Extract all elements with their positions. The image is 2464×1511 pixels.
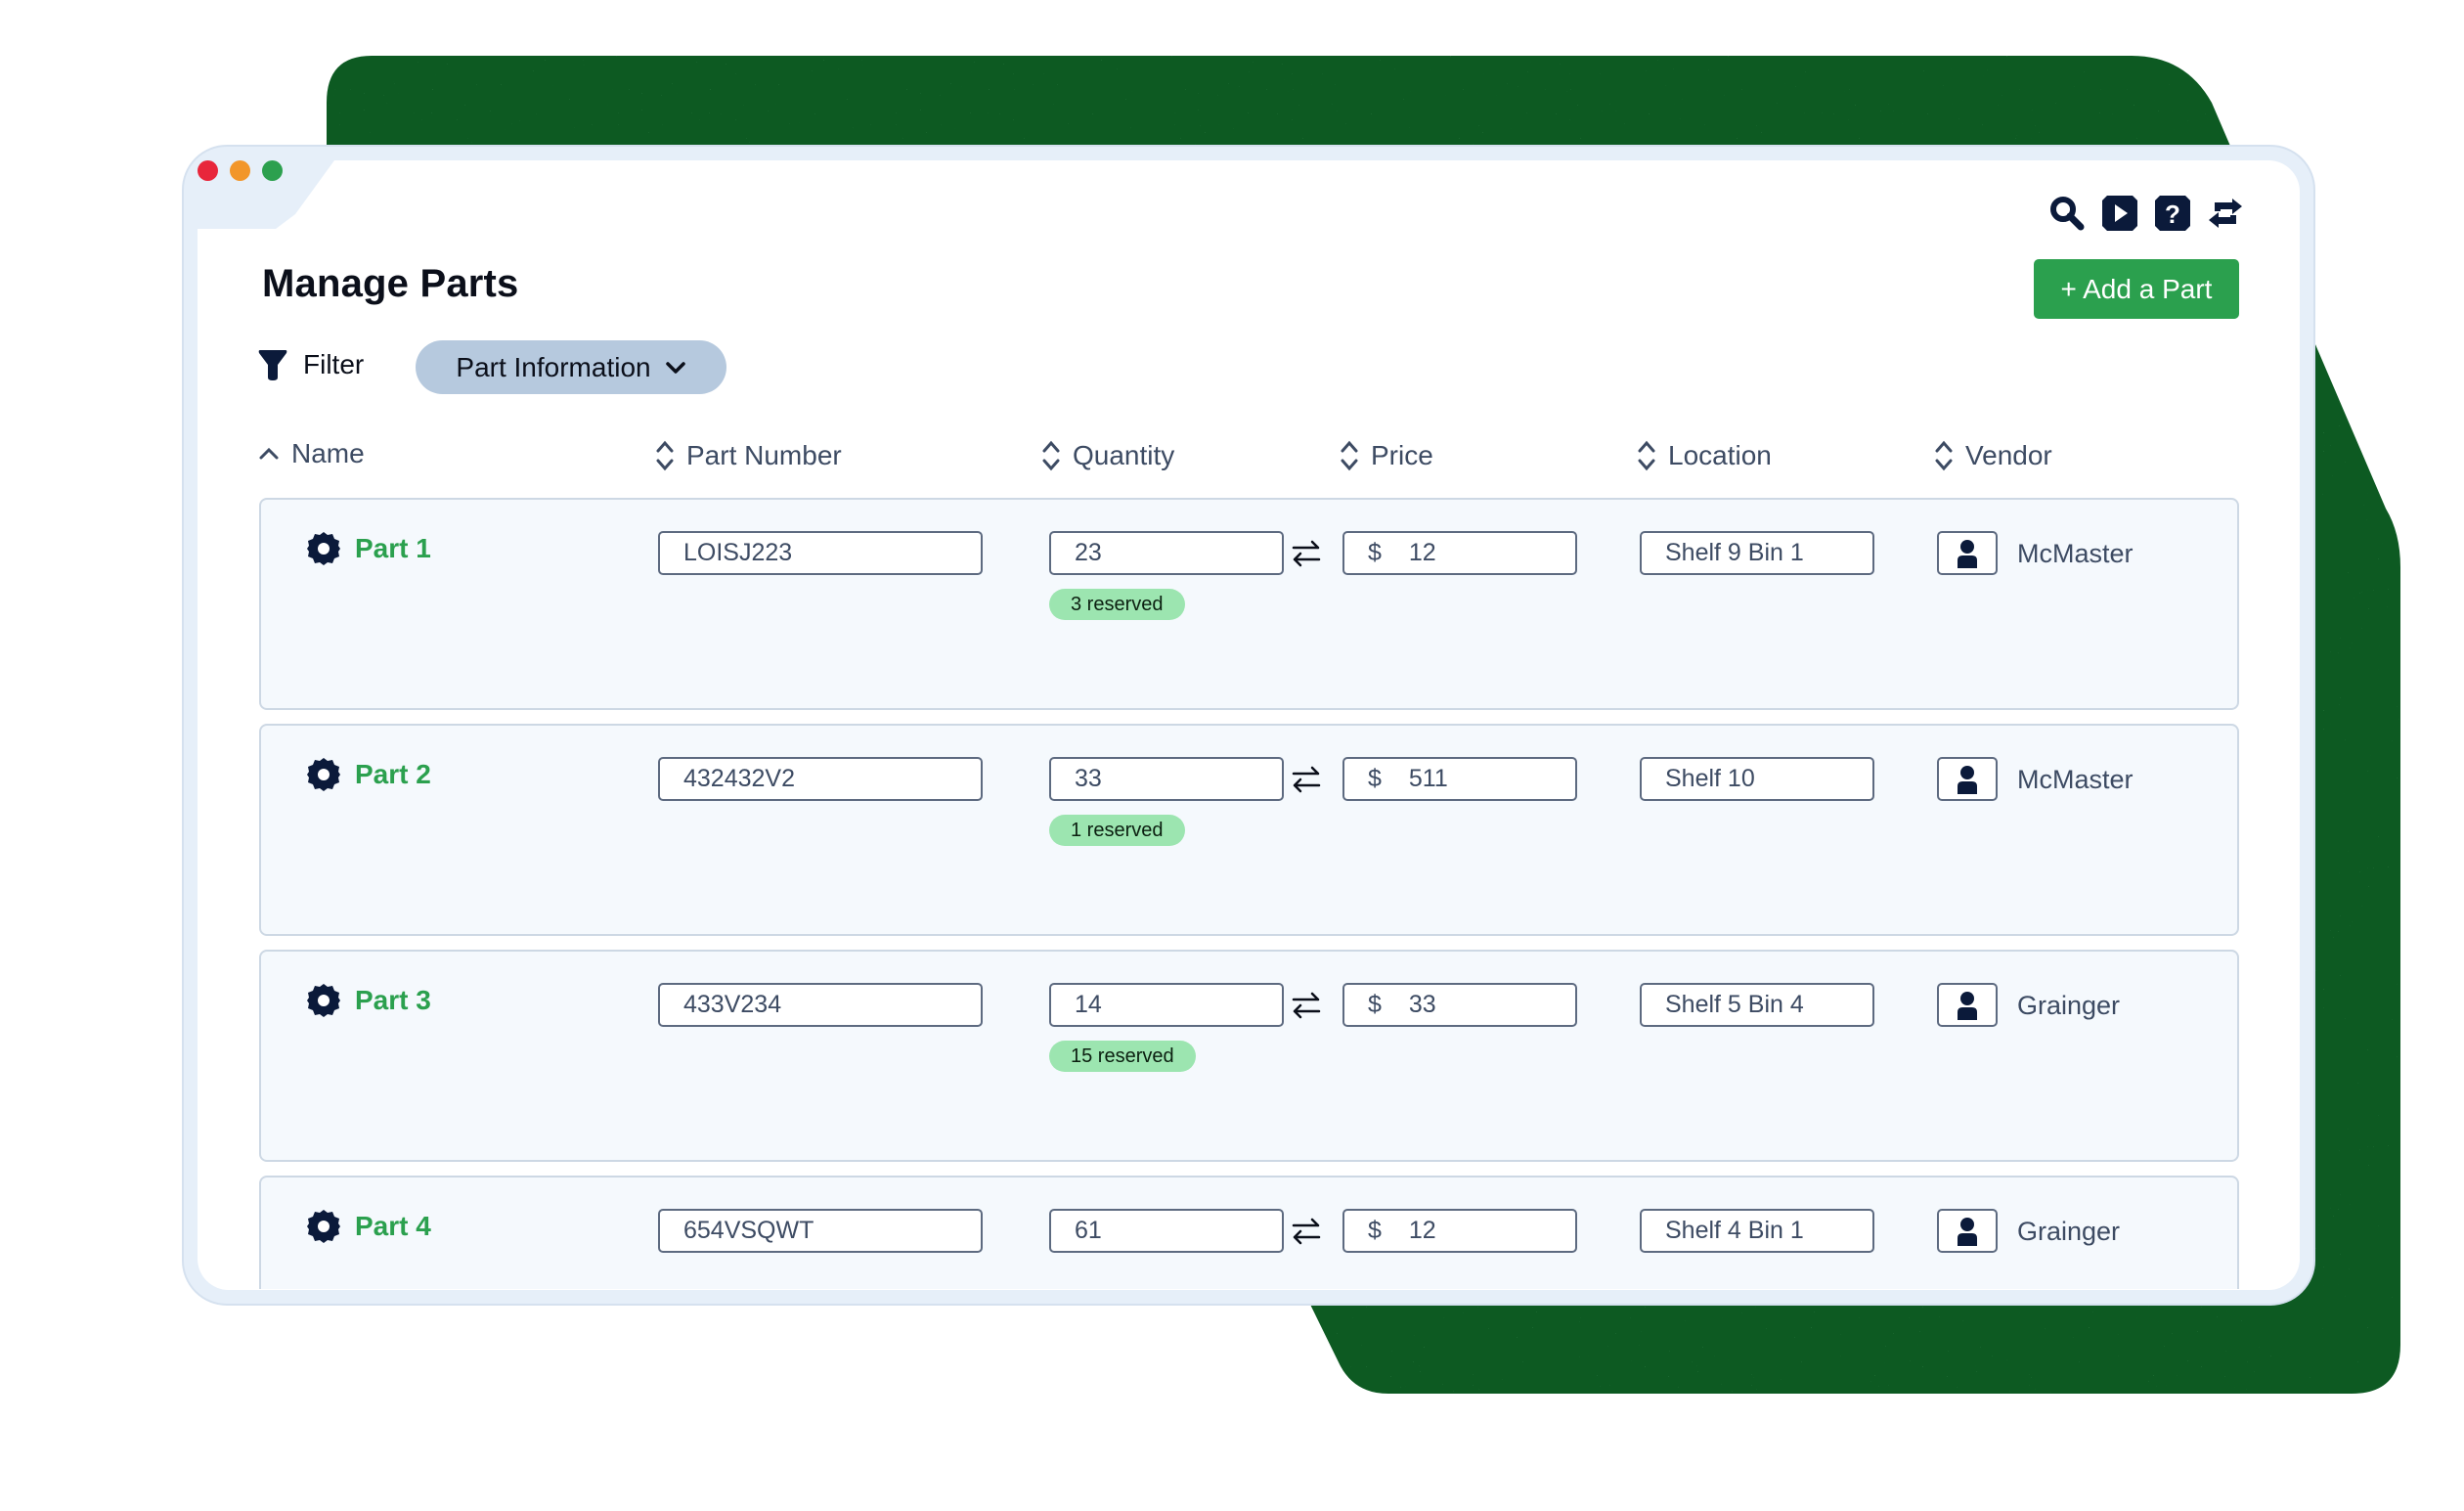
gear-icon bbox=[307, 984, 340, 1017]
price-value: 33 bbox=[1408, 991, 1436, 1018]
vendor-name: McMaster bbox=[2017, 765, 2134, 794]
vendor-contact-button[interactable] bbox=[1937, 757, 1998, 801]
part-number-input[interactable]: LOISJ223 bbox=[658, 531, 983, 575]
price-input[interactable]: $33 bbox=[1342, 983, 1577, 1027]
vendor-name: Grainger bbox=[2017, 1217, 2121, 1246]
vendor-contact-button[interactable] bbox=[1937, 1209, 1998, 1253]
part-name: Part 4 bbox=[355, 1211, 431, 1241]
parts-list: Part 1 LOISJ223 23 $12 3 reserved Shelf … bbox=[0, 0, 2464, 1289]
vendor-contact-button[interactable] bbox=[1937, 983, 1998, 1027]
part-row: Part 2 432432V2 33 $511 1 reserved Shelf… bbox=[259, 724, 2239, 936]
currency-symbol: $ bbox=[1368, 1217, 1382, 1244]
quantity-input[interactable]: 23 bbox=[1049, 531, 1284, 575]
location-input[interactable]: Shelf 9 Bin 1 bbox=[1640, 531, 1874, 575]
gear-icon bbox=[307, 758, 340, 791]
swap-arrows-icon[interactable] bbox=[1290, 763, 1323, 796]
part-number-value: 433V234 bbox=[683, 991, 782, 1018]
price-input[interactable]: $12 bbox=[1342, 1209, 1577, 1253]
quantity-value: 14 bbox=[1075, 991, 1102, 1018]
part-row: Part 4 654VSQWT 61 $12 Shelf 4 Bin 1 Gra… bbox=[259, 1176, 2239, 1289]
currency-symbol: $ bbox=[1368, 539, 1382, 566]
part-name-link[interactable]: Part 4 bbox=[306, 1209, 431, 1244]
gear-icon bbox=[307, 532, 340, 565]
vendor-name: Grainger bbox=[2017, 991, 2121, 1020]
part-name: Part 2 bbox=[355, 759, 431, 789]
gear-icon bbox=[307, 1210, 340, 1243]
quantity-input[interactable]: 33 bbox=[1049, 757, 1284, 801]
location-input[interactable]: Shelf 10 bbox=[1640, 757, 1874, 801]
part-name: Part 1 bbox=[355, 533, 431, 563]
swap-arrows-icon[interactable] bbox=[1290, 989, 1323, 1022]
location-input[interactable]: Shelf 4 Bin 1 bbox=[1640, 1209, 1874, 1253]
reserved-badge: 1 reserved bbox=[1049, 815, 1185, 846]
part-number-input[interactable]: 433V234 bbox=[658, 983, 983, 1027]
part-name-link[interactable]: Part 3 bbox=[306, 983, 431, 1018]
user-icon bbox=[1958, 765, 1977, 794]
price-value: 12 bbox=[1408, 539, 1436, 566]
price-input[interactable]: $12 bbox=[1342, 531, 1577, 575]
currency-symbol: $ bbox=[1368, 765, 1382, 792]
reserved-badge: 15 reserved bbox=[1049, 1041, 1196, 1072]
vendor-name: McMaster bbox=[2017, 539, 2134, 568]
part-name: Part 3 bbox=[355, 985, 431, 1015]
location-value: Shelf 5 Bin 4 bbox=[1665, 991, 1804, 1018]
quantity-value: 61 bbox=[1075, 1217, 1102, 1244]
location-value: Shelf 10 bbox=[1665, 765, 1755, 792]
price-value: 12 bbox=[1408, 1217, 1436, 1244]
quantity-input[interactable]: 61 bbox=[1049, 1209, 1284, 1253]
currency-symbol: $ bbox=[1368, 991, 1382, 1018]
location-value: Shelf 4 Bin 1 bbox=[1665, 1217, 1804, 1244]
part-number-value: 432432V2 bbox=[683, 765, 796, 792]
user-icon bbox=[1958, 991, 1977, 1020]
user-icon bbox=[1958, 539, 1977, 568]
location-input[interactable]: Shelf 5 Bin 4 bbox=[1640, 983, 1874, 1027]
quantity-value: 23 bbox=[1075, 539, 1102, 566]
reserved-badge: 3 reserved bbox=[1049, 589, 1185, 620]
part-row: Part 1 LOISJ223 23 $12 3 reserved Shelf … bbox=[259, 498, 2239, 710]
part-name-link[interactable]: Part 1 bbox=[306, 531, 431, 566]
price-input[interactable]: $511 bbox=[1342, 757, 1577, 801]
user-icon bbox=[1958, 1217, 1977, 1246]
part-number-input[interactable]: 654VSQWT bbox=[658, 1209, 983, 1253]
location-value: Shelf 9 Bin 1 bbox=[1665, 539, 1804, 566]
part-number-value: 654VSQWT bbox=[683, 1217, 814, 1244]
price-value: 511 bbox=[1408, 765, 1448, 792]
swap-arrows-icon[interactable] bbox=[1290, 537, 1323, 570]
swap-arrows-icon[interactable] bbox=[1290, 1215, 1323, 1248]
part-name-link[interactable]: Part 2 bbox=[306, 757, 431, 792]
quantity-value: 33 bbox=[1075, 765, 1102, 792]
part-row: Part 3 433V234 14 $33 15 reserved Shelf … bbox=[259, 950, 2239, 1162]
quantity-input[interactable]: 14 bbox=[1049, 983, 1284, 1027]
part-number-input[interactable]: 432432V2 bbox=[658, 757, 983, 801]
vendor-contact-button[interactable] bbox=[1937, 531, 1998, 575]
part-number-value: LOISJ223 bbox=[683, 539, 793, 566]
